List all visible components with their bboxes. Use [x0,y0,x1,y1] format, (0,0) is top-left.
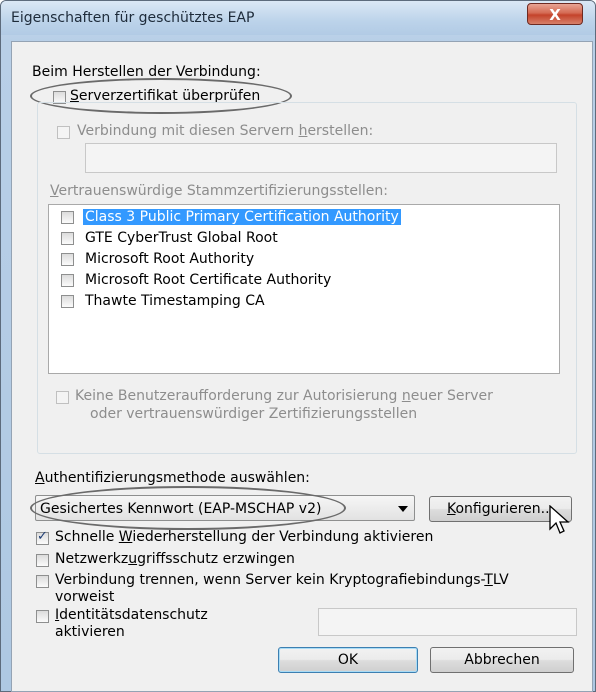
no-prompt-label-line2: oder vertrauenswürdiger Zertifizierungss… [90,406,418,422]
list-item-label: Class 3 Public Primary Certification Aut… [83,209,401,225]
title-bar[interactable]: Eigenschaften für geschütztes EAP X [1,1,595,35]
highlight-ellipse [30,486,346,530]
trusted-roots-label: Vertrauenswürdige Stammzertifizierungsst… [50,183,388,199]
nap-checkbox[interactable] [36,554,49,567]
list-item-checkbox[interactable] [61,295,74,308]
close-button[interactable]: X [527,3,583,25]
no-prompt-label: Keine Benutzeraufforderung zur Autorisie… [75,388,493,404]
list-item-checkbox[interactable] [61,232,74,245]
cancel-button[interactable]: Abbrechen [430,647,574,673]
window-title: Eigenschaften für geschütztes EAP [11,10,255,26]
list-item-label: Microsoft Root Certificate Authority [85,272,332,288]
fast-reconnect-label[interactable]: Schnelle Wiederherstellung der Verbindun… [55,529,433,545]
nap-label[interactable]: Netzwerkzugriffsschutz erzwingen [55,551,295,567]
connect-servers-checkbox[interactable] [57,126,70,139]
trusted-roots-list[interactable]: Class 3 Public Primary Certification Aut… [48,204,560,374]
identity-privacy-checkbox[interactable] [36,610,49,623]
cursor-pointer-icon [549,505,570,534]
identity-privacy-label-line2: aktivieren [55,624,125,640]
connect-servers-label: Verbindung mit diesen Servern herstellen… [77,123,374,139]
no-prompt-checkbox[interactable] [56,391,69,404]
list-item-checkbox[interactable] [61,211,74,224]
list-item-checkbox[interactable] [61,274,74,287]
auth-method-label: Authentifizierungsmethode auswählen: [35,470,310,486]
crypto-tlv-label-line2: vorweist [55,589,115,605]
crypto-tlv-checkbox[interactable] [36,575,49,588]
list-item-label: GTE CyberTrust Global Root [85,230,278,246]
list-item-checkbox[interactable] [61,253,74,266]
identity-input[interactable] [318,608,577,636]
list-item-label: Thawte Timestamping CA [85,293,265,309]
ok-button[interactable]: OK [278,647,418,673]
crypto-tlv-label[interactable]: Verbindung trennen, wenn Server kein Kry… [55,572,509,588]
list-item-label: Microsoft Root Authority [85,251,255,267]
fast-reconnect-checkbox[interactable] [36,529,49,545]
chevron-down-icon [398,506,408,512]
servers-input[interactable] [85,143,557,173]
identity-privacy-label[interactable]: Identitätsdatenschutz [55,607,208,623]
